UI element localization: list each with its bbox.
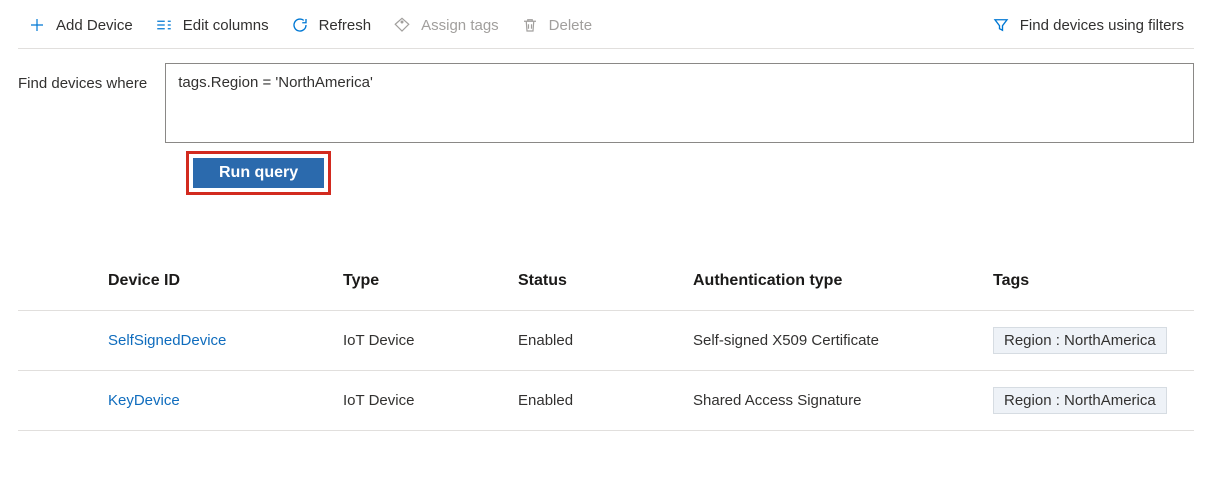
refresh-icon (291, 16, 309, 34)
columns-icon (155, 16, 173, 34)
run-row: Run query (186, 151, 1194, 195)
device-type: IoT Device (343, 392, 518, 409)
funnel-icon (992, 16, 1010, 34)
delete-button[interactable]: Delete (511, 12, 602, 38)
run-query-button[interactable]: Run query (193, 158, 324, 188)
results-grid: Device ID Type Status Authentication typ… (18, 251, 1194, 431)
add-device-label: Add Device (56, 17, 133, 34)
device-auth: Shared Access Signature (693, 392, 993, 409)
device-status: Enabled (518, 392, 693, 409)
toolbar: Add Device Edit columns Refresh Assign t… (18, 8, 1194, 49)
device-type: IoT Device (343, 332, 518, 349)
refresh-button[interactable]: Refresh (281, 12, 382, 38)
assign-tags-button[interactable]: Assign tags (383, 12, 509, 38)
run-highlight: Run query (186, 151, 331, 195)
tag-chip: Region : NorthAmerica (993, 327, 1167, 354)
device-link[interactable]: KeyDevice (108, 392, 343, 409)
tag-chip: Region : NorthAmerica (993, 387, 1167, 414)
device-auth: Self-signed X509 Certificate (693, 332, 993, 349)
col-tags: Tags (993, 272, 1194, 290)
edit-columns-label: Edit columns (183, 17, 269, 34)
query-label: Find devices where (18, 63, 147, 92)
query-area: Find devices where (18, 63, 1194, 143)
device-link[interactable]: SelfSignedDevice (108, 332, 343, 349)
col-type: Type (343, 272, 518, 290)
tag-icon (393, 16, 411, 34)
find-filters-button[interactable]: Find devices using filters (982, 12, 1194, 38)
device-status: Enabled (518, 332, 693, 349)
refresh-label: Refresh (319, 17, 372, 34)
find-filters-label: Find devices using filters (1020, 17, 1184, 34)
edit-columns-button[interactable]: Edit columns (145, 12, 279, 38)
add-device-button[interactable]: Add Device (18, 12, 143, 38)
table-header: Device ID Type Status Authentication typ… (18, 251, 1194, 311)
plus-icon (28, 16, 46, 34)
col-auth: Authentication type (693, 272, 993, 290)
query-input[interactable] (165, 63, 1194, 143)
col-status: Status (518, 272, 693, 290)
trash-icon (521, 16, 539, 34)
assign-tags-label: Assign tags (421, 17, 499, 34)
table-row: SelfSignedDevice IoT Device Enabled Self… (18, 311, 1194, 371)
table-row: KeyDevice IoT Device Enabled Shared Acce… (18, 371, 1194, 431)
col-device-id: Device ID (108, 272, 343, 290)
delete-label: Delete (549, 17, 592, 34)
